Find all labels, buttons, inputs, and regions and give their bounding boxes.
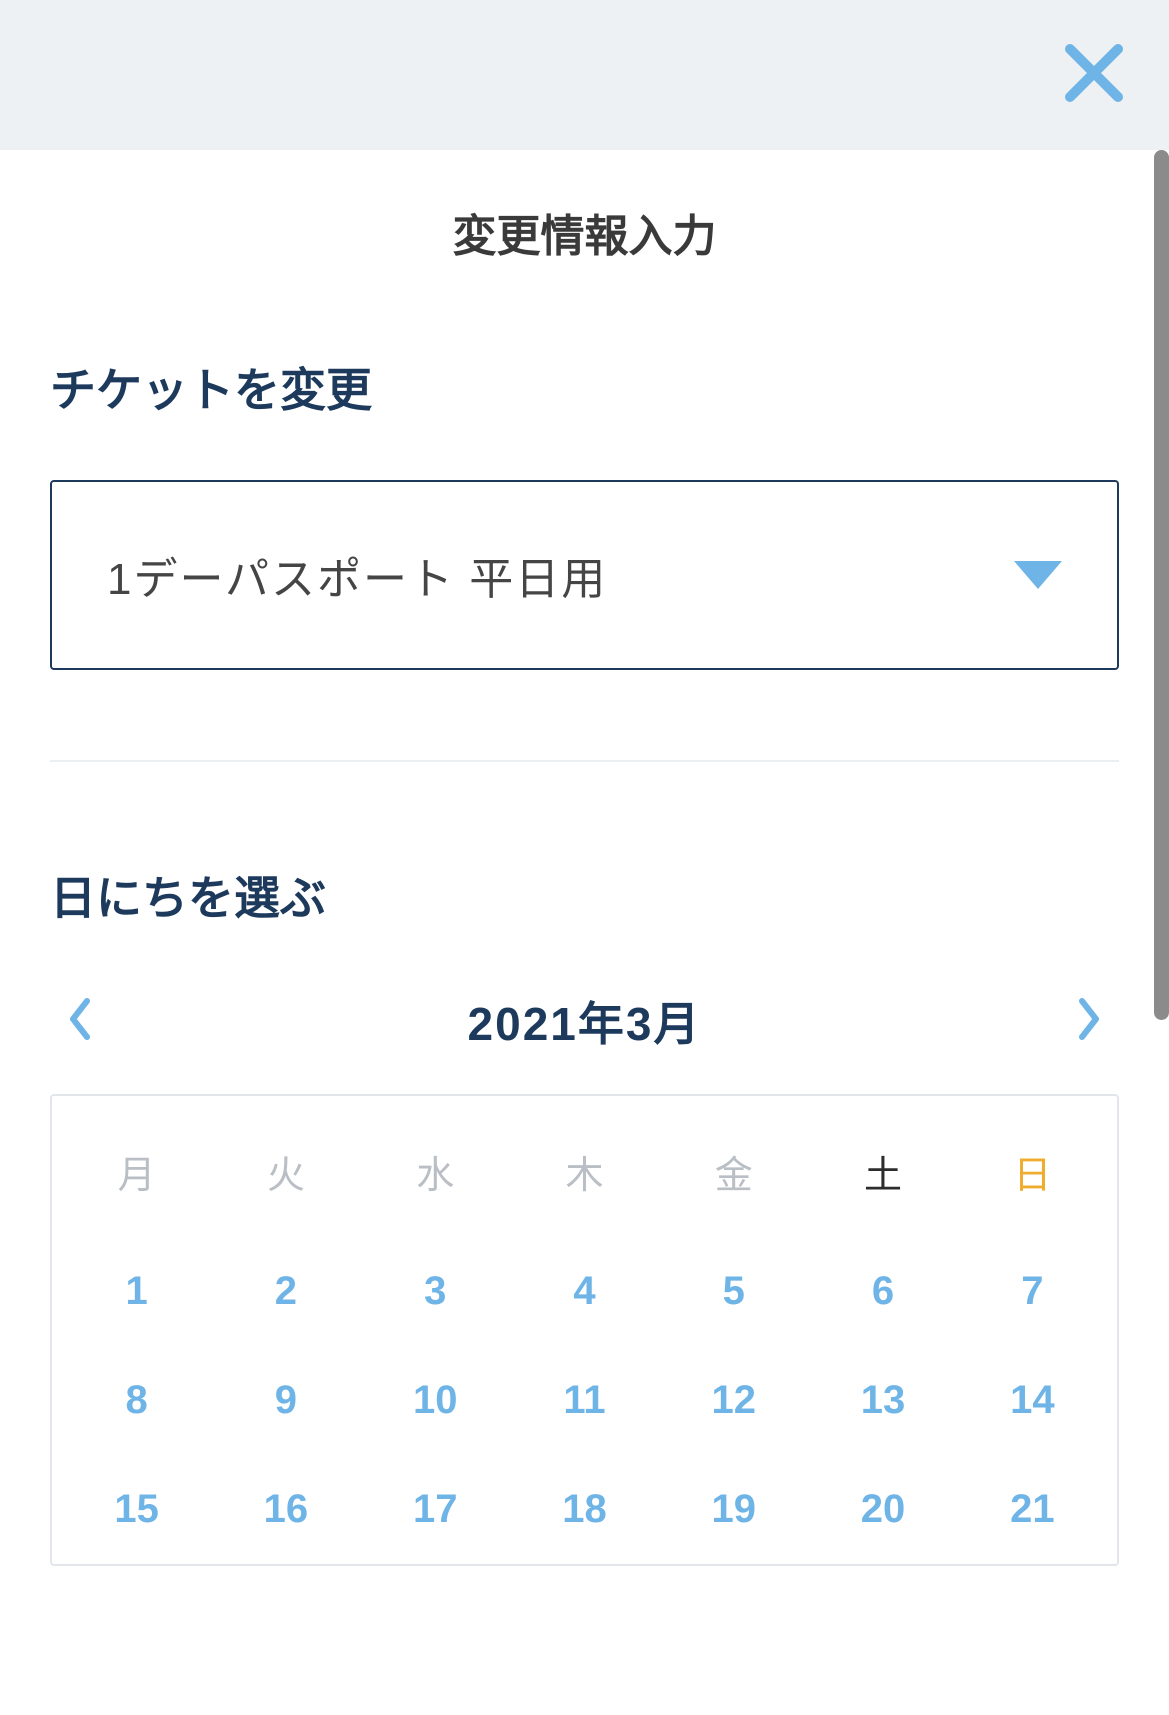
weekday-sun: 日 [958,1126,1107,1237]
calendar-row: 15 16 17 18 19 20 21 [62,1455,1107,1564]
month-label: 2021年3月 [468,988,702,1054]
calendar-day[interactable]: 1 [62,1237,211,1346]
calendar-day[interactable]: 6 [808,1237,957,1346]
page-title: 変更情報入力 [50,150,1119,354]
calendar-day[interactable]: 13 [808,1346,957,1455]
weekday-wed: 水 [361,1126,510,1237]
chevron-down-icon [1014,561,1062,589]
calendar-day[interactable]: 2 [211,1237,360,1346]
weekday-fri: 金 [659,1126,808,1237]
calendar-day[interactable]: 5 [659,1237,808,1346]
weekday-thu: 木 [510,1126,659,1237]
calendar-row: 8 9 10 11 12 13 14 [62,1346,1107,1455]
calendar-row: 1 2 3 4 5 6 7 [62,1237,1107,1346]
section-heading-ticket: チケットを変更 [50,354,1119,420]
close-icon [1064,43,1124,108]
section-heading-date: 日にちを選ぶ [50,862,1119,928]
chevron-left-icon [67,997,93,1046]
ticket-select-value: 1デーパスポート 平日用 [107,543,607,607]
divider [50,760,1119,762]
calendar-day[interactable]: 7 [958,1237,1107,1346]
calendar-day[interactable]: 3 [361,1237,510,1346]
next-month-button[interactable] [1064,996,1114,1046]
weekday-tue: 火 [211,1126,360,1237]
ticket-select[interactable]: 1デーパスポート 平日用 [50,480,1119,670]
calendar-day[interactable]: 18 [510,1455,659,1564]
weekday-sat: 土 [808,1126,957,1237]
calendar-day[interactable]: 14 [958,1346,1107,1455]
calendar-day[interactable]: 10 [361,1346,510,1455]
calendar-day[interactable]: 9 [211,1346,360,1455]
calendar-weekday-row: 月 火 水 木 金 土 日 [62,1126,1107,1237]
calendar-day[interactable]: 17 [361,1455,510,1564]
calendar-day[interactable]: 16 [211,1455,360,1564]
weekday-mon: 月 [62,1126,211,1237]
calendar-day[interactable]: 4 [510,1237,659,1346]
close-button[interactable] [1059,40,1129,110]
calendar-day[interactable]: 8 [62,1346,211,1455]
calendar-day[interactable]: 15 [62,1455,211,1564]
scrollbar-thumb[interactable] [1154,150,1169,1020]
prev-month-button[interactable] [55,996,105,1046]
month-navigation: 2021年3月 [50,988,1119,1094]
calendar-day[interactable]: 20 [808,1455,957,1564]
modal-header [0,0,1169,150]
calendar: 月 火 水 木 金 土 日 1 2 3 4 5 6 7 8 9 10 1 [50,1094,1119,1566]
calendar-day[interactable]: 21 [958,1455,1107,1564]
calendar-day[interactable]: 19 [659,1455,808,1564]
chevron-right-icon [1076,997,1102,1046]
calendar-day[interactable]: 12 [659,1346,808,1455]
calendar-day[interactable]: 11 [510,1346,659,1455]
